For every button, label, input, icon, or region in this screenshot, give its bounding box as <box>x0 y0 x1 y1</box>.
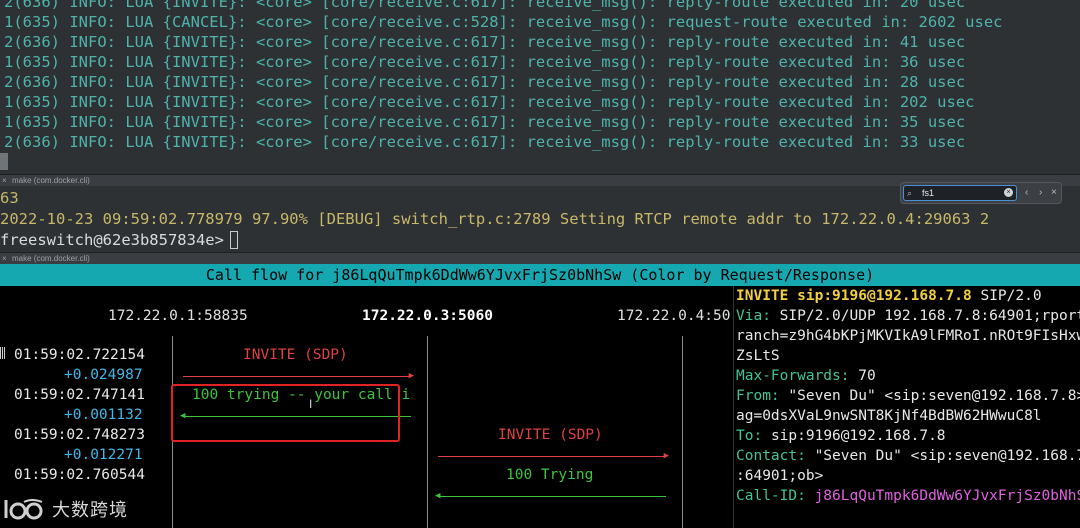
sip-header-continuation: ZsLtS <box>736 348 780 364</box>
sip-header-to: To: sip:9196@192.168.7.8 <box>736 428 946 444</box>
endpoint-label: 172.22.0.4:50 <box>617 308 731 324</box>
prompt-text: freeswitch@62e3b857834e> <box>0 231 224 249</box>
selected-row-marker <box>0 347 5 359</box>
sip-header-call-id: Call-ID: j86LqQuTmpk6DdWw6YJvxFrjSz0bNhS <box>736 488 1080 504</box>
find-next-button[interactable]: › <box>1039 186 1042 200</box>
arrow-head-right-icon: ▶ <box>663 451 669 461</box>
shell-prompt-line[interactable]: freeswitch@62e3b857834e> <box>0 229 238 251</box>
log-line: 1(635) INFO: LUA {CANCEL}: <core> [core/… <box>4 13 1003 31</box>
sip-message-label[interactable]: INVITE (SDP) <box>498 426 603 444</box>
log-line: 2(636) INFO: LUA {INVITE}: <core> [core/… <box>4 133 966 151</box>
endpoint-lifeline <box>682 336 683 528</box>
clear-search-icon[interactable]: × <box>1004 188 1013 197</box>
message-timestamp[interactable]: 01:59:02.748273 <box>14 426 145 444</box>
sip-message-arrow: ▶ <box>183 372 414 381</box>
log-line: 2(636) INFO: LUA {INVITE}: <core> [core/… <box>4 0 966 11</box>
log-line: 1(635) INFO: LUA {INVITE}: <core> [core/… <box>4 113 966 131</box>
sip-header-continuation: :64901;ob> <box>736 468 824 484</box>
watermark-text: 大数跨境 <box>52 500 128 520</box>
terminal-cursor <box>0 153 8 170</box>
arrow-head-right-icon: ▶ <box>408 371 414 381</box>
log-line: 1(635) INFO: LUA {INVITE}: <core> [core/… <box>4 93 975 111</box>
text-cursor-icon: I <box>309 397 313 411</box>
sip-header-continuation: ag=0dsXVaL9nwSNT8KjNf4BdBW62HWwuC8l <box>736 408 1042 424</box>
sip-message-label[interactable]: 100 Trying <box>506 466 593 484</box>
sip-message-arrow: ◀ <box>435 492 666 501</box>
sip-header-continuation: ranch=z9hG4bKPjMKVIkA9lFMRoI.nROt9FIsHxw <box>736 328 1080 344</box>
call-flow-header: Call flow for j86LqQuTmpk6DdWw6YJvxFrjSz… <box>0 264 1080 286</box>
sip-header-via: Via: SIP/2.0/UDP 192.168.7.8:64901;rport <box>736 308 1080 324</box>
find-input-value: fs1 <box>922 188 935 198</box>
sip-start-line: INVITE sip:9196@192.168.7.8 SIP/2.0 <box>736 288 1042 304</box>
find-bar: ⌕ fs1 × ‹ › × <box>900 182 1062 204</box>
log-output-pane[interactable]: 2(636) INFO: LUA {INVITE}: <core> [core/… <box>0 0 1080 174</box>
message-time-delta: +0.012271 <box>64 447 143 463</box>
endpoint-label: 172.22.0.1:58835 <box>108 308 248 324</box>
arrow-head-left-icon: ◀ <box>435 491 441 501</box>
sip-call-flow-pane[interactable]: Call flow for j86LqQuTmpk6DdWw6YJvxFrjSz… <box>0 264 1080 528</box>
search-icon: ⌕ <box>907 188 913 198</box>
message-time-delta: +0.001132 <box>64 407 143 423</box>
log-line: 1(635) INFO: LUA {INVITE}: <core> [core/… <box>4 53 966 71</box>
find-close-button[interactable]: × <box>1051 186 1057 200</box>
sip-header-max-forwards: Max-Forwards: 70 <box>736 368 876 384</box>
sip-header-from: From: "Seven Du" <sip:seven@192.168.7.8> <box>736 388 1080 404</box>
log-line: 2(636) INFO: LUA {INVITE}: <core> [core/… <box>4 33 966 51</box>
endpoint-lifeline <box>427 336 428 528</box>
log-line: 2(636) INFO: LUA {INVITE}: <core> [core/… <box>4 73 966 91</box>
sip-message-label[interactable]: INVITE (SDP) <box>243 346 348 364</box>
watermark-logo-icon <box>4 499 43 520</box>
annotation-highlight-box <box>171 384 400 442</box>
message-timestamp[interactable]: 01:59:02.722154 <box>14 346 145 364</box>
watermark: 大数跨境 <box>2 494 128 524</box>
message-timestamp[interactable]: 01:59:02.747141 <box>14 386 145 404</box>
message-time-delta: +0.024987 <box>64 367 143 383</box>
find-previous-button[interactable]: ‹ <box>1025 186 1028 200</box>
debug-log-line: 2022-10-23 09:59:02.778979 97.90% [DEBUG… <box>0 210 990 228</box>
input-cursor <box>229 231 238 249</box>
sip-message-arrow: ▶ <box>438 452 669 461</box>
message-timestamp[interactable]: 01:59:02.760544 <box>14 466 145 484</box>
shell-output-line: 63 <box>0 189 19 207</box>
find-input[interactable]: ⌕ fs1 × <box>903 185 1017 201</box>
endpoint-label: 172.22.0.3:5060 <box>362 308 493 324</box>
sip-header-contact: Contact: "Seven Du" <sip:seven@192.168.7 <box>736 448 1080 464</box>
sip-message-detail[interactable]: INVITE sip:9196@192.168.7.8 SIP/2.0 Via:… <box>733 286 1080 528</box>
